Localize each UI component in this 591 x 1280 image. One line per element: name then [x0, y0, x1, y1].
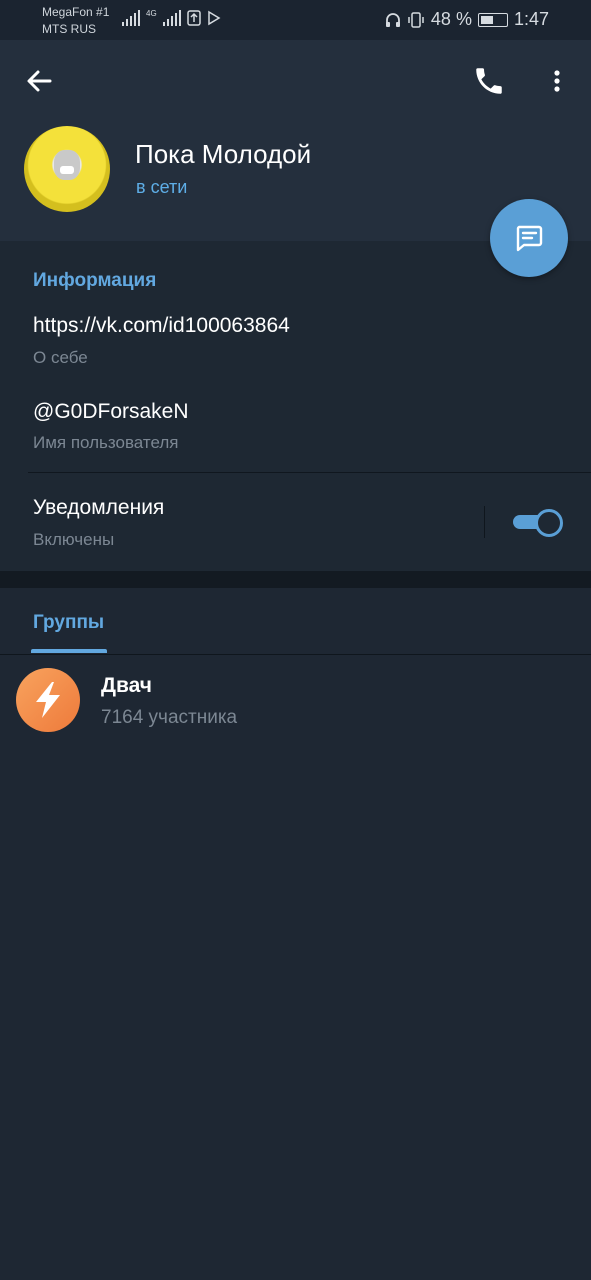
vertical-divider: [484, 506, 485, 538]
notifications-toggle[interactable]: [513, 508, 563, 537]
signal-icon: [122, 10, 140, 26]
profile-name: Пока Молодой: [135, 139, 312, 169]
call-button[interactable]: [472, 64, 506, 98]
username-label: Имя пользователя: [33, 433, 179, 452]
carrier-1: MegaFon #1: [42, 5, 110, 19]
lightning-icon: [36, 682, 60, 718]
play-store-icon: [207, 10, 221, 26]
back-arrow-icon: [27, 70, 52, 92]
clock: 1:47: [513, 9, 549, 29]
online-status: в сети: [136, 177, 188, 197]
notifications-label[interactable]: Уведомления: [33, 496, 164, 520]
signal-icons: 4G: [122, 10, 221, 26]
avatar[interactable]: [24, 126, 110, 212]
carrier-2: MTS RUS: [42, 22, 96, 36]
notifications-state: Включены: [33, 530, 115, 549]
phone-icon: [476, 68, 502, 94]
upload-icon: [186, 10, 201, 26]
tab-indicator: [31, 649, 107, 653]
headphones-icon: [385, 12, 400, 27]
battery-percent: 48 %: [430, 9, 472, 29]
vibrate-icon: [408, 11, 424, 28]
username-value[interactable]: @G0DForsakeN: [33, 400, 189, 424]
section-separator: [0, 571, 591, 588]
info-section: Информация https://vk.com/id100063864 О …: [0, 241, 591, 571]
bio-label: О себе: [33, 348, 88, 367]
back-button[interactable]: [22, 64, 56, 98]
divider: [28, 472, 591, 473]
status-right: 48 % 1:47: [385, 9, 549, 30]
bio-value[interactable]: https://vk.com/id100063864: [33, 314, 290, 338]
tab-groups[interactable]: Группы: [33, 612, 104, 634]
network-type: 4G: [146, 9, 157, 18]
battery-icon: [477, 12, 508, 27]
message-icon: [516, 225, 543, 252]
more-options-button[interactable]: [543, 64, 571, 98]
carrier-info: MegaFon #1 MTS RUS: [42, 4, 109, 38]
info-section-title: Информация: [33, 270, 157, 291]
group-avatar: [16, 668, 80, 732]
group-member-count: 7164 участника: [101, 707, 238, 728]
send-message-button[interactable]: [490, 199, 568, 277]
signal-icon-2: [162, 10, 181, 26]
group-name: Двач: [101, 674, 152, 697]
more-vert-icon: [554, 70, 560, 92]
groups-section: Группы Двач 7164 участника: [0, 588, 591, 1280]
status-bar: MegaFon #1 MTS RUS 4G 48 % 1:47: [0, 0, 591, 40]
tab-divider: [0, 654, 591, 655]
